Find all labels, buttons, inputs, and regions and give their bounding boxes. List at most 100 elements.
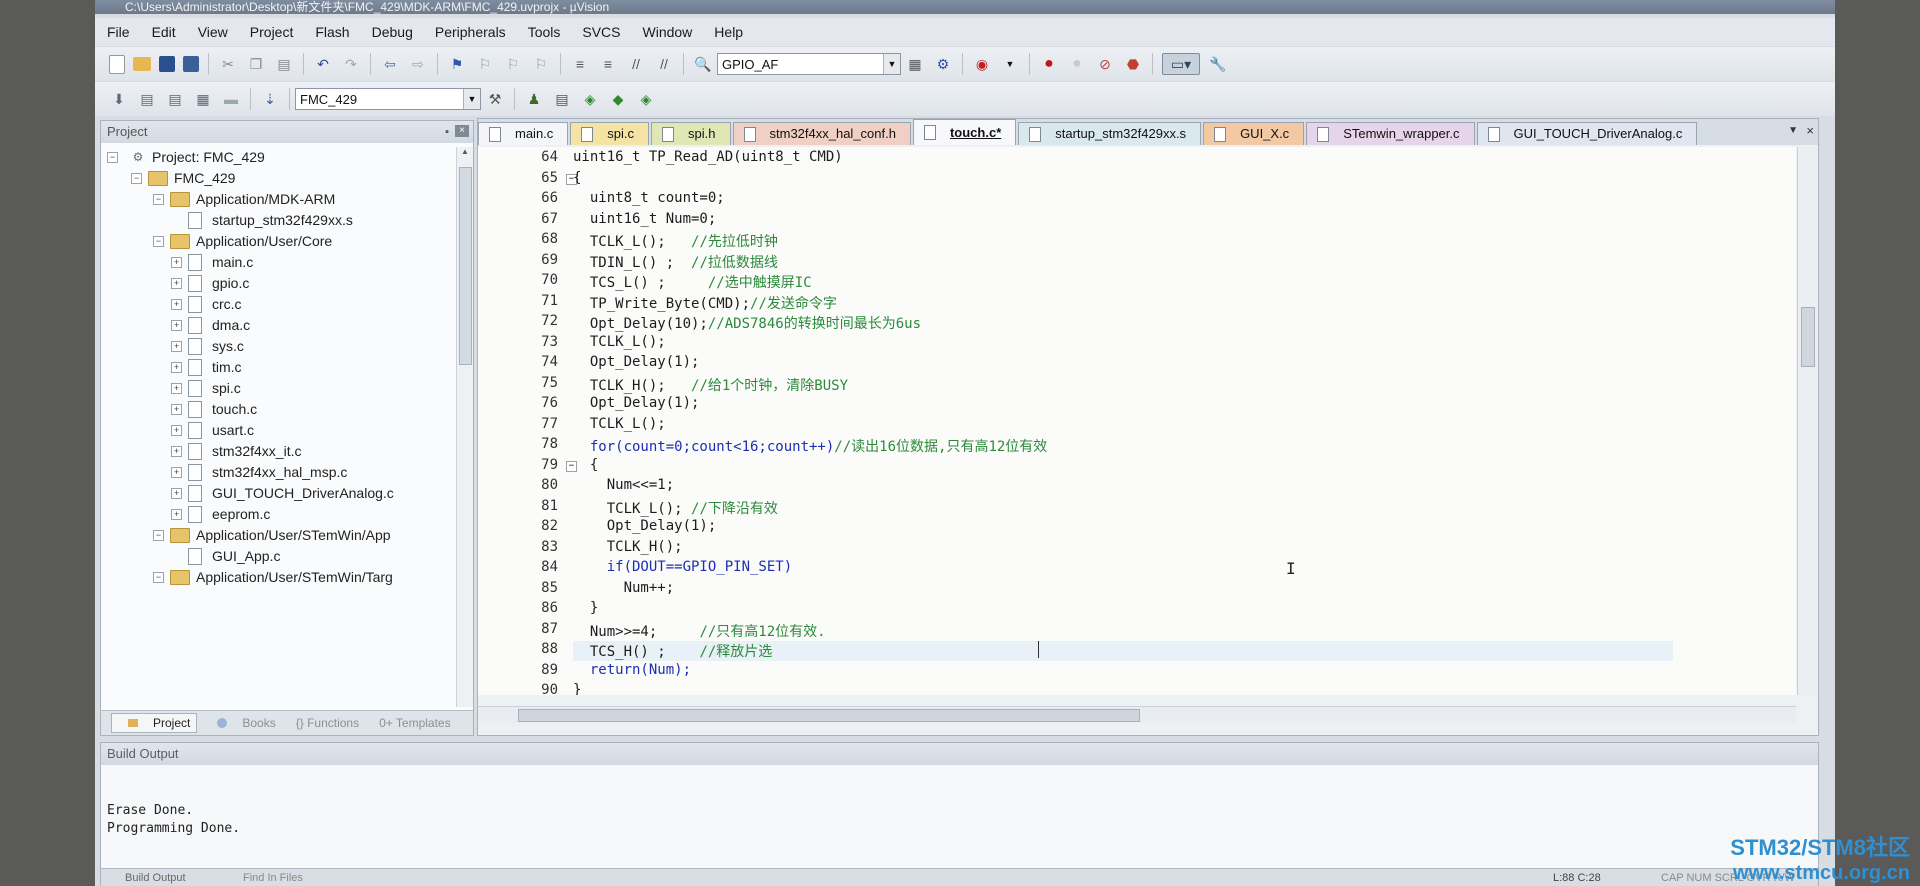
nav-back-icon[interactable]: ⇦ <box>380 54 400 74</box>
scroll-thumb[interactable] <box>459 167 472 365</box>
find-icon[interactable]: ▦ <box>905 54 925 74</box>
editor-horizontal-scrollbar[interactable] <box>478 706 1796 723</box>
expand-collapse-icon[interactable]: + <box>171 403 182 415</box>
tab-list-dropdown-icon[interactable]: ▼ <box>1788 125 1798 136</box>
chevron-down-icon[interactable]: ▼ <box>883 54 900 74</box>
cut-icon[interactable]: ✂ <box>218 54 238 74</box>
breakpoint-disable-all-icon[interactable]: ⊘ <box>1095 54 1115 74</box>
menu-window[interactable]: Window <box>643 24 693 40</box>
menu-project[interactable]: Project <box>250 24 294 40</box>
expand-collapse-icon[interactable]: − <box>153 529 164 541</box>
batch-build-icon[interactable]: ▦ <box>193 89 213 109</box>
incremental-find-icon[interactable]: ⚙ <box>933 54 953 74</box>
menu-peripherals[interactable]: Peripherals <box>435 24 506 40</box>
editor-tab[interactable]: spi.c <box>570 122 650 145</box>
indent-icon[interactable]: ≡ <box>570 54 590 74</box>
expand-collapse-icon[interactable]: + <box>171 424 182 436</box>
pack-installer-icon[interactable]: ◈ <box>580 89 600 109</box>
menu-file[interactable]: File <box>107 24 130 40</box>
rebuild-icon[interactable]: ▤ <box>165 89 185 109</box>
manage-components-icon[interactable]: ♟ <box>524 89 544 109</box>
expand-collapse-icon[interactable]: + <box>171 445 182 457</box>
comment-icon[interactable]: // <box>626 54 646 74</box>
menu-debug[interactable]: Debug <box>372 24 413 40</box>
tree-item[interactable]: − Application/User/Core <box>153 231 332 251</box>
uncomment-icon[interactable]: // <box>654 54 674 74</box>
expand-collapse-icon[interactable]: + <box>171 298 182 310</box>
tree-item[interactable]: +GUI_App.c <box>171 546 280 566</box>
tree-item[interactable]: + crc.c <box>171 294 242 314</box>
tree-item[interactable]: − Application/MDK-ARM <box>153 189 335 209</box>
stop-build-icon[interactable]: ▬ <box>221 89 241 109</box>
editor-tab[interactable]: GUI_TOUCH_DriverAnalog.c <box>1476 122 1698 145</box>
chevron-down-icon[interactable]: ▼ <box>463 89 480 109</box>
expand-collapse-icon[interactable]: + <box>171 382 182 394</box>
editor-tab[interactable]: startup_stm32f429xx.s <box>1018 122 1202 145</box>
file-extensions-icon[interactable]: ▤ <box>552 89 572 109</box>
breakpoint-kill-all-icon[interactable]: ⬣ <box>1123 54 1143 74</box>
code-editor[interactable]: 64 uint16_t TP_Read_AD(uint8_t CMD) 65−{66… <box>478 147 1796 695</box>
tree-item[interactable]: +startup_stm32f429xx.s <box>171 210 353 230</box>
debug-session-icon[interactable]: ◉ <box>972 54 992 74</box>
editor-tab[interactable]: STemwin_wrapper.c <box>1306 122 1475 145</box>
menu-edit[interactable]: Edit <box>152 24 176 40</box>
scroll-thumb[interactable] <box>518 709 1140 722</box>
tab-project[interactable]: Project <box>111 713 198 733</box>
editor-tab[interactable]: main.c <box>478 122 569 145</box>
menu-help[interactable]: Help <box>714 24 743 40</box>
menu-flash[interactable]: Flash <box>315 24 349 40</box>
function-combo[interactable]: GPIO_AF ▼ <box>717 53 901 75</box>
tree-item[interactable]: + GUI_TOUCH_DriverAnalog.c <box>171 483 394 503</box>
run-time-environment-icon[interactable]: ◈ <box>636 89 656 109</box>
expand-collapse-icon[interactable]: − <box>153 193 164 205</box>
tree-item[interactable]: − Application/User/STemWin/Targ <box>153 567 393 587</box>
tree-item[interactable]: + usart.c <box>171 420 254 440</box>
copy-icon[interactable]: ❐ <box>246 54 266 74</box>
nav-forward-icon[interactable]: ⇨ <box>408 54 428 74</box>
expand-collapse-icon[interactable]: + <box>171 277 182 289</box>
download-icon[interactable]: ⇣ <box>260 89 280 109</box>
close-icon[interactable]: × <box>455 125 469 137</box>
tree-item[interactable]: + eeprom.c <box>171 504 270 524</box>
expand-collapse-icon[interactable]: + <box>171 487 182 499</box>
editor-vertical-scrollbar[interactable] <box>1797 147 1818 695</box>
save-icon[interactable] <box>159 56 175 72</box>
tab-templates[interactable]: 0+ Templates <box>369 716 451 730</box>
unindent-icon[interactable]: ≡ <box>598 54 618 74</box>
tab-books[interactable]: Books <box>207 716 276 730</box>
tree-item[interactable]: + stm32f4xx_it.c <box>171 441 301 461</box>
breakpoint-icon[interactable]: ● <box>1039 54 1059 74</box>
expand-collapse-icon[interactable]: − <box>153 571 164 583</box>
target-combo[interactable]: FMC_429 ▼ <box>295 88 481 110</box>
expand-collapse-icon[interactable]: + <box>171 319 182 331</box>
chevron-down-icon[interactable]: ▼ <box>1000 54 1020 74</box>
menu-svcs[interactable]: SVCS <box>582 24 620 40</box>
bookmark-icon[interactable]: ⚑ <box>447 54 467 74</box>
target-options-icon[interactable]: ⚒ <box>485 89 505 109</box>
menu-tools[interactable]: Tools <box>528 24 561 40</box>
translate-icon[interactable]: ⬇ <box>109 89 129 109</box>
bookmark-clear-icon[interactable]: ⚐ <box>531 54 551 74</box>
expand-collapse-icon[interactable]: + <box>171 508 182 520</box>
expand-collapse-icon[interactable]: − <box>107 151 118 163</box>
expand-collapse-icon[interactable]: + <box>171 361 182 373</box>
editor-tab[interactable]: GUI_X.c <box>1203 122 1305 145</box>
tree-item[interactable]: + gpio.c <box>171 273 249 293</box>
find-in-files-icon[interactable]: 🔍 <box>693 54 713 74</box>
bookmark-prev-icon[interactable]: ⚐ <box>475 54 495 74</box>
scroll-up-icon[interactable]: ▲ <box>457 147 473 161</box>
new-file-icon[interactable] <box>109 54 125 74</box>
paste-icon[interactable]: ▤ <box>274 54 294 74</box>
build-icon[interactable]: ▤ <box>137 89 157 109</box>
status-build-output-tab[interactable]: Build Output <box>125 869 186 886</box>
expand-collapse-icon[interactable]: − <box>131 172 142 184</box>
select-software-packs-icon[interactable]: ◆ <box>608 89 628 109</box>
redo-icon[interactable]: ↷ <box>341 54 361 74</box>
tree-item[interactable]: − ⚙ Project: FMC_429 <box>107 147 265 167</box>
configure-icon[interactable]: 🔧 <box>1208 54 1228 74</box>
editor-tab[interactable]: stm32f4xx_hal_conf.h <box>732 122 911 145</box>
editor-tab[interactable]: spi.h <box>651 122 731 145</box>
tree-item[interactable]: + main.c <box>171 252 253 272</box>
tree-item[interactable]: − Application/User/STemWin/App <box>153 525 391 545</box>
close-tab-icon[interactable]: × <box>1806 123 1814 138</box>
